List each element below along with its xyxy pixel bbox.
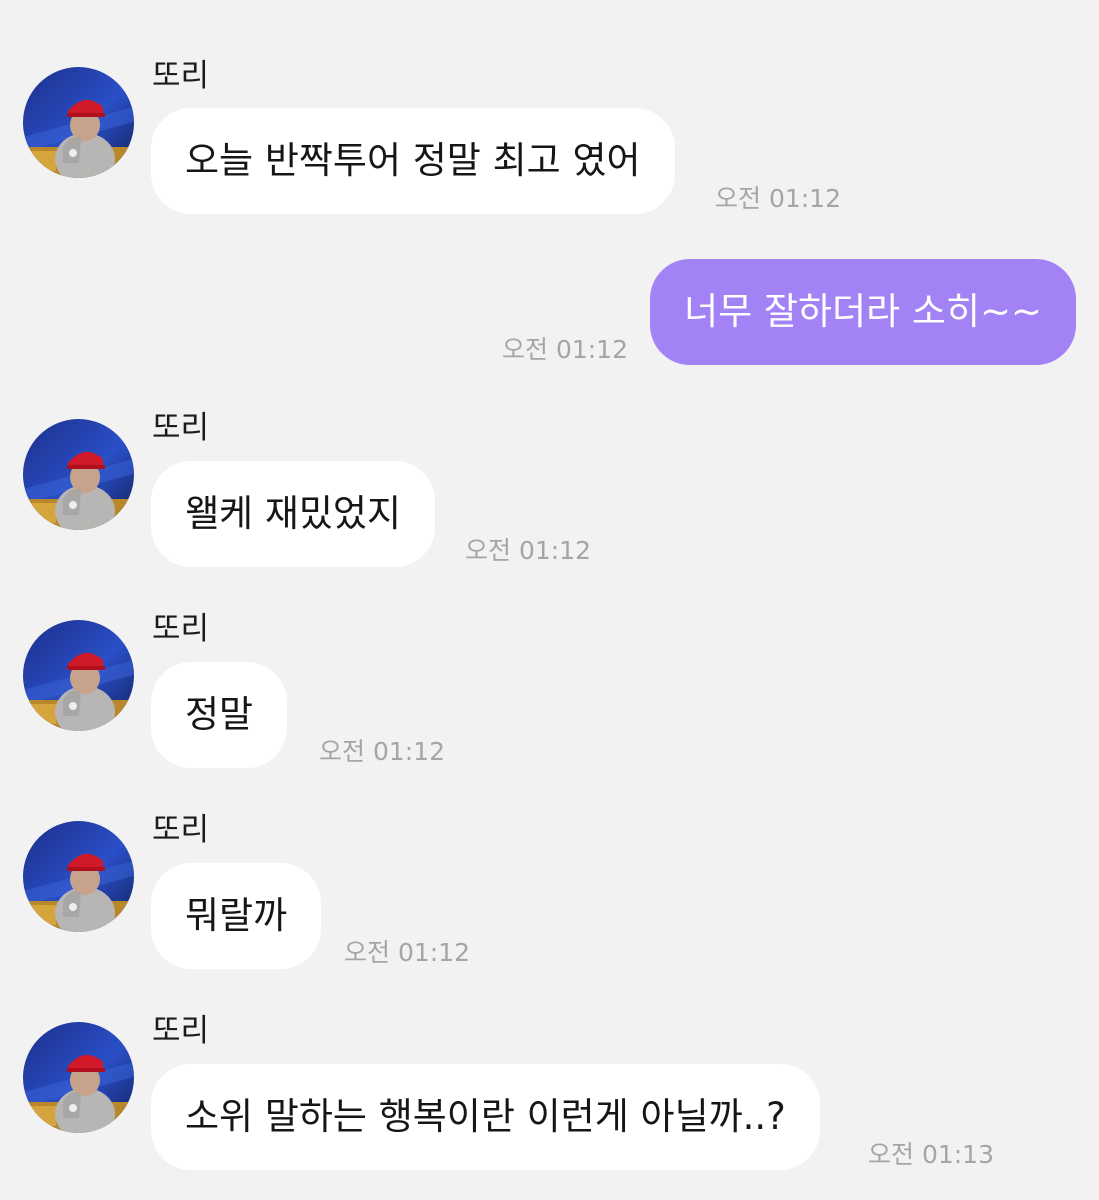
sender-name: 또리 (152, 812, 210, 848)
message-bubble[interactable]: 너무 잘하더라 소히~~ (650, 259, 1076, 365)
timestamp: 오전 01:12 (502, 335, 628, 364)
sender-name: 또리 (152, 1013, 210, 1049)
profile-photo-icon (23, 620, 134, 731)
message-bubble[interactable]: 뭐랄까 (151, 863, 322, 969)
timestamp: 오전 01:12 (344, 938, 470, 967)
profile-photo-icon (23, 1022, 134, 1133)
avatar[interactable] (23, 620, 134, 731)
message-bubble[interactable]: 왤케 재밌었지 (151, 461, 436, 567)
message-bubble[interactable]: 정말 (151, 662, 288, 768)
timestamp: 오전 01:13 (868, 1140, 994, 1169)
sender-name: 또리 (152, 410, 210, 446)
avatar[interactable] (23, 821, 134, 932)
avatar[interactable] (23, 1022, 134, 1133)
message-bubble[interactable]: 소위 말하는 행복이란 이런게 아닐까..? (151, 1064, 820, 1170)
sender-name: 또리 (152, 58, 210, 94)
message-bubble[interactable]: 오늘 반짝투어 정말 최고 였어 (151, 108, 675, 214)
profile-photo-icon (23, 821, 134, 932)
avatar[interactable] (23, 67, 134, 178)
sender-name: 또리 (152, 611, 210, 647)
profile-photo-icon (23, 419, 134, 530)
timestamp: 오전 01:12 (319, 737, 445, 766)
profile-photo-icon (23, 67, 134, 178)
avatar[interactable] (23, 419, 134, 530)
timestamp: 오전 01:12 (715, 184, 841, 213)
timestamp: 오전 01:12 (465, 536, 591, 565)
